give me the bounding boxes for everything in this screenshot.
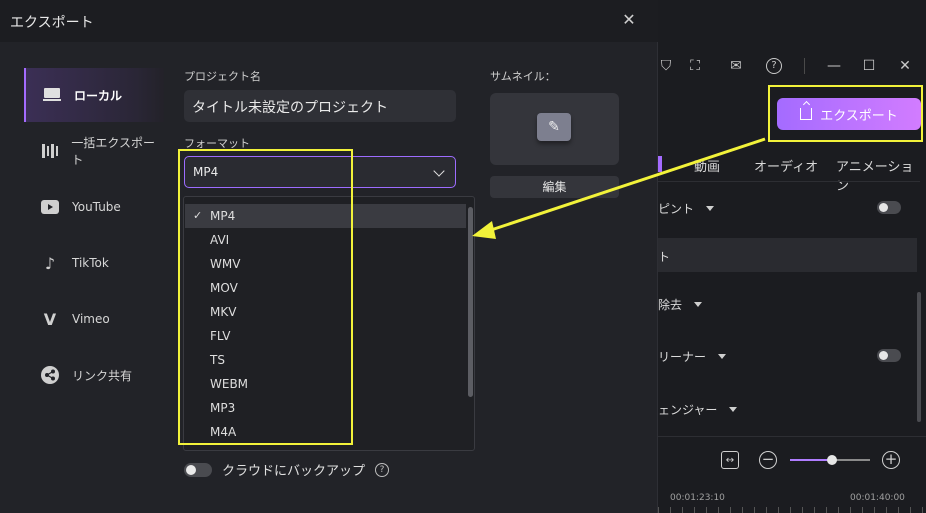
setting-label: 除去 <box>658 298 683 312</box>
cloud-backup-label: クラウドにバックアップ <box>222 464 366 479</box>
caret-down-icon <box>706 206 715 211</box>
setting-label: ト <box>658 250 671 264</box>
zoom-slider-fill <box>790 459 832 461</box>
setting-row-selected: ト <box>658 248 670 265</box>
zoom-slider-knob[interactable] <box>827 455 837 465</box>
highlight-box-format <box>178 149 353 445</box>
timeline-toolbar: ↔ − + 00:01:23:10 00:01:40:00 <box>658 436 926 513</box>
sidebar-item-tiktok[interactable]: ♪ TikTok <box>24 236 164 290</box>
youtube-icon <box>40 197 60 217</box>
app-titlebar: ⛉ ⛶ ✉ ? — ☐ ✕ <box>658 46 926 86</box>
toggle-switch[interactable] <box>877 201 901 214</box>
tiktok-icon: ♪ <box>44 253 56 273</box>
sidebar-item-label: YouTube <box>72 200 121 214</box>
selected-setting-row[interactable] <box>658 238 917 272</box>
tab-animation[interactable]: アニメーション <box>836 156 926 194</box>
caret-down-icon <box>718 354 727 359</box>
gift-icon[interactable]: ⛉ <box>658 58 674 74</box>
dialog-title: エクスポート <box>10 15 94 31</box>
close-icon[interactable]: ✕ <box>621 12 637 28</box>
zoom-slider[interactable] <box>790 455 870 465</box>
toggle-switch[interactable] <box>877 349 901 362</box>
maximize-icon[interactable]: ☐ <box>861 58 877 74</box>
setting-label: リーナー <box>658 350 707 364</box>
sidebar-item-label: TikTok <box>72 256 109 270</box>
tabs-divider <box>658 181 920 182</box>
chevron-down-icon <box>433 165 445 177</box>
share-icon <box>40 365 60 385</box>
cloud-backup-row: クラウドにバックアップ ? <box>184 460 390 479</box>
setting-row-remove[interactable]: 除去 <box>658 296 703 313</box>
active-tab-indicator <box>658 156 662 172</box>
sidebar-item-local[interactable]: ローカル <box>24 68 164 122</box>
dropdown-scrollbar[interactable] <box>468 207 473 397</box>
sidebar-item-share-link[interactable]: リンク共有 <box>24 348 164 402</box>
monitor-icon <box>42 85 62 105</box>
setting-label: ピント <box>658 202 695 216</box>
sidebar-item-vimeo[interactable]: V Vimeo <box>24 292 164 346</box>
timeline-time-b: 00:01:40:00 <box>850 493 905 503</box>
pencil-icon: ✎ <box>537 113 571 141</box>
tab-audio[interactable]: オーディオ <box>754 156 818 175</box>
help-icon[interactable]: ? <box>375 462 390 477</box>
minimize-icon[interactable]: — <box>826 58 842 74</box>
project-name-input[interactable]: タイトル未設定のプロジェクト <box>184 90 456 122</box>
sidebar-item-batch-export[interactable]: 一括エクスポート <box>24 124 164 178</box>
vimeo-icon: V <box>43 309 57 329</box>
thumbnail-preview[interactable]: ✎ <box>490 93 619 165</box>
thumbnail-label: サムネイル： <box>490 70 556 83</box>
close-window-icon[interactable]: ✕ <box>897 58 913 74</box>
sidebar-item-label: Vimeo <box>72 312 110 326</box>
fit-width-icon[interactable]: ↔ <box>721 451 739 469</box>
property-tabs: 動画 オーディオ アニメーション <box>658 150 926 194</box>
dialog-header: エクスポート ✕ <box>0 0 658 42</box>
zoom-in-icon[interactable]: + <box>882 451 900 469</box>
screen: ⛉ ⛶ ✉ ? — ☐ ✕ エクスポート 動画 オーディオ アニメーション ピン… <box>0 0 926 513</box>
sidebar-item-label: リンク共有 <box>72 368 133 383</box>
timeline-time-a: 00:01:23:10 <box>670 493 725 503</box>
properties-scrollbar[interactable] <box>917 292 921 422</box>
setting-row-changer[interactable]: ェンジャー <box>658 401 738 418</box>
timeline-ruler[interactable] <box>658 507 926 513</box>
setting-row-cleaner[interactable]: リーナー <box>658 348 727 365</box>
setting-row-focus[interactable]: ピント <box>658 200 715 217</box>
download-icon[interactable]: ⛶ <box>687 58 703 74</box>
caret-down-icon <box>694 302 703 307</box>
edit-thumbnail-button[interactable]: 編集 <box>490 176 619 198</box>
zoom-out-icon[interactable]: − <box>759 451 777 469</box>
tab-video[interactable]: 動画 <box>694 156 720 175</box>
batch-icon <box>40 141 59 161</box>
export-dialog: エクスポート ✕ ローカル 一括エクスポート YouTube ♪ TikTok <box>0 0 658 513</box>
project-name-label: プロジェクト名 <box>184 70 261 83</box>
sidebar-item-youtube[interactable]: YouTube <box>24 180 164 234</box>
setting-label: ェンジャー <box>658 403 718 417</box>
titlebar-separator <box>804 58 805 74</box>
caret-down-icon <box>729 407 738 412</box>
mail-icon[interactable]: ✉ <box>728 58 744 74</box>
sidebar-item-label: 一括エクスポート <box>71 136 156 167</box>
help-icon[interactable]: ? <box>766 58 782 74</box>
sidebar-item-label: ローカル <box>74 88 123 103</box>
cloud-backup-toggle[interactable] <box>184 462 212 477</box>
highlight-box-export <box>768 85 923 142</box>
